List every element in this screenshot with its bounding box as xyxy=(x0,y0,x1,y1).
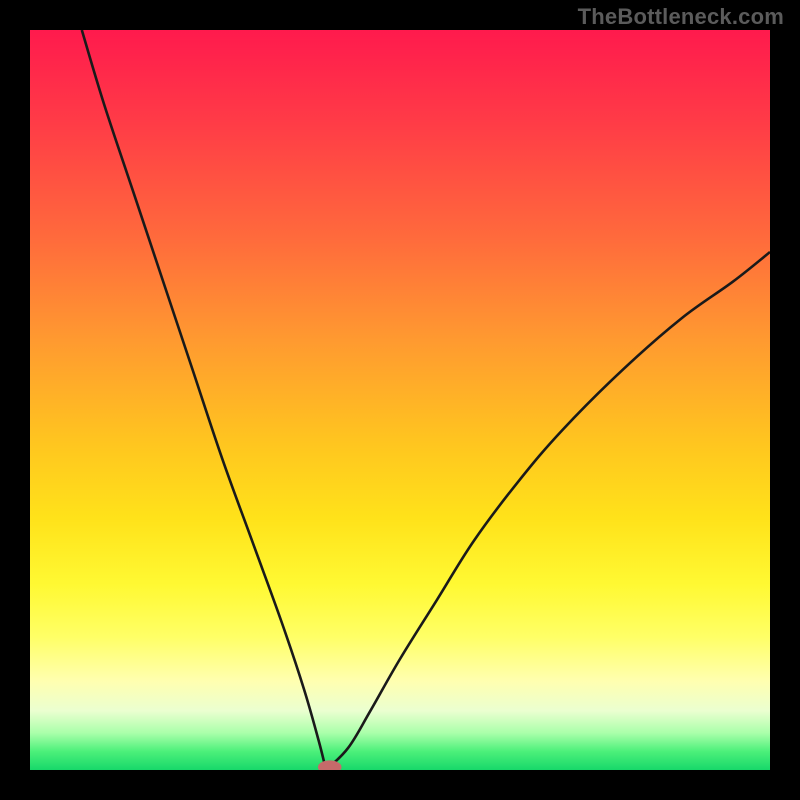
watermark-text: TheBottleneck.com xyxy=(578,4,784,30)
curve-svg xyxy=(30,30,770,770)
chart-frame: TheBottleneck.com xyxy=(0,0,800,800)
curve-right-branch xyxy=(326,252,770,770)
plot-area xyxy=(30,30,770,770)
curve-left-branch xyxy=(82,30,326,770)
minimum-marker xyxy=(318,760,342,770)
